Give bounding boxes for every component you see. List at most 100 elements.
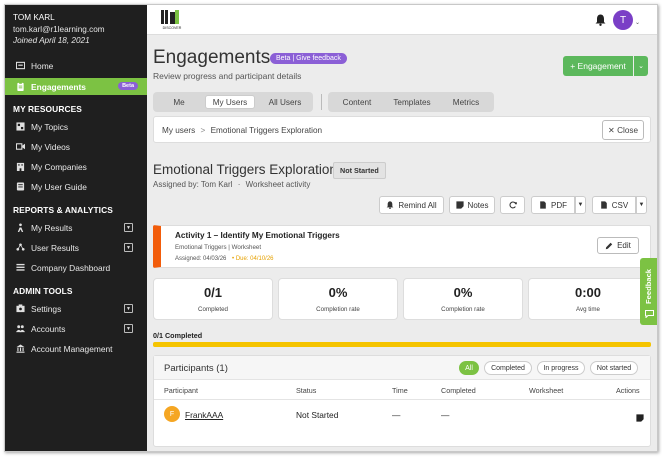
page-title: Engagements	[153, 47, 271, 68]
tab-content[interactable]: Content	[332, 95, 382, 109]
column-header-time: Time	[392, 386, 408, 395]
breadcrumb-root[interactable]: My users	[162, 126, 195, 135]
tab-templates[interactable]: Templates	[384, 95, 440, 109]
settings-icon	[15, 304, 25, 314]
user-avatar[interactable]: T	[613, 10, 633, 30]
stat-label: Completion rate	[316, 306, 360, 313]
stat-label: Completion rate	[441, 306, 485, 313]
feedback-tab[interactable]: Feedback	[640, 258, 657, 325]
filter-completed[interactable]: Completed	[484, 361, 532, 375]
r1-logo[interactable]: DISCOVER	[161, 10, 183, 30]
sidebar-item-label: Company Dashboard	[31, 262, 111, 273]
column-header-participant: Participant	[164, 386, 198, 395]
breadcrumb-bar: My users > Emotional Triggers Exploratio…	[153, 116, 651, 143]
tab-me[interactable]: Me	[159, 95, 199, 109]
edit-button[interactable]: Edit	[597, 237, 639, 254]
note-icon	[455, 201, 464, 209]
sidebar-item-label: Settings	[31, 303, 62, 314]
stat-card-completion-rate: 0% Completion rate	[278, 278, 398, 320]
refresh-button[interactable]	[500, 196, 525, 214]
account-management-icon	[15, 344, 25, 354]
remind-all-button[interactable]: Remind All	[379, 196, 444, 214]
column-header-completed: Completed	[441, 386, 476, 395]
feedback-label: Feedback	[644, 268, 653, 304]
participants-panel: Participants (1) All Completed In progre…	[153, 355, 651, 447]
participants-title: Participants (1)	[164, 363, 228, 374]
edit-label: Edit	[617, 241, 631, 250]
chevron-down-icon[interactable]: ⌄	[635, 19, 640, 26]
sidebar-item-label: Account Management	[31, 343, 113, 354]
csv-dropdown-button[interactable]: ▼	[636, 196, 647, 214]
tab-metrics[interactable]: Metrics	[442, 95, 490, 109]
sidebar-item-user-results[interactable]: User Results ▼	[5, 239, 147, 256]
participant-time: —	[392, 410, 401, 420]
sidebar-item-engagements[interactable]: Engagements Beta	[5, 78, 147, 95]
pencil-icon	[605, 242, 613, 249]
tab-my-users[interactable]: My Users	[205, 95, 255, 109]
sidebar-item-account-management[interactable]: Account Management	[5, 340, 147, 357]
chevron-down-icon[interactable]: ▼	[124, 304, 133, 313]
tab-all-users[interactable]: All Users	[261, 95, 309, 109]
column-header-worksheet: Worksheet	[529, 386, 564, 395]
sidebar-item-label: Home	[31, 60, 54, 71]
pdf-label: PDF	[551, 200, 567, 210]
sidebar-item-settings[interactable]: Settings ▼	[5, 300, 147, 317]
participant-name-link[interactable]: FrankAAA	[185, 410, 223, 420]
user-name: TOM KARL	[13, 13, 55, 22]
stat-value: 0%	[453, 285, 473, 300]
sidebar-item-label: User Results	[31, 242, 79, 253]
chevron-down-icon[interactable]: ▼	[124, 223, 133, 232]
sidebar-item-company-dashboard[interactable]: Company Dashboard	[5, 259, 147, 276]
sidebar-item-my-videos[interactable]: My Videos	[5, 138, 147, 155]
users-results-icon	[15, 243, 25, 253]
csv-export-button[interactable]: CSV	[592, 196, 636, 214]
engagement-dropdown-button[interactable]: ⌄	[634, 56, 648, 76]
chevron-down-icon[interactable]: ▼	[124, 243, 133, 252]
page-subtitle: Review progress and participant details	[153, 71, 302, 81]
stat-label: Avg time	[576, 306, 600, 313]
sidebar-item-my-results[interactable]: My Results ▼	[5, 219, 147, 236]
due-date: • Due: 04/10/26	[232, 256, 274, 262]
sidebar-item-label: My Videos	[31, 141, 70, 152]
column-header-actions: Actions	[616, 386, 640, 395]
sidebar-item-my-user-guide[interactable]: My User Guide	[5, 178, 147, 195]
filter-all[interactable]: All	[459, 361, 479, 375]
progress-fill	[153, 342, 651, 347]
pdf-export-button[interactable]: PDF	[531, 196, 575, 214]
section-tabs: Content Templates Metrics	[328, 92, 494, 112]
sidebar-item-label: Engagements	[31, 81, 86, 92]
sidebar-item-my-topics[interactable]: My Topics	[5, 118, 147, 135]
activity-title: Activity 1 – Identify My Emotional Trigg…	[175, 231, 340, 240]
stat-value: 0%	[328, 285, 348, 300]
sidebar-item-label: My Companies	[31, 161, 87, 172]
book-icon	[15, 182, 25, 192]
sidebar: TOM KARL tom.karl@r1learning.com Joined …	[5, 5, 147, 451]
filter-in-progress[interactable]: In progress	[537, 361, 585, 375]
note-icon[interactable]	[636, 409, 644, 422]
chevron-down-icon[interactable]: ▼	[124, 324, 133, 333]
csv-label: CSV	[611, 200, 629, 210]
user-joined: Joined April 18, 2021	[13, 36, 90, 45]
sidebar-item-home[interactable]: Home	[5, 57, 147, 74]
participant-completed: —	[441, 410, 450, 420]
filter-not-started[interactable]: Not started	[590, 361, 638, 375]
activity-type-label: Emotional Triggers | Worksheet	[175, 244, 262, 251]
assigned-date: Assigned: 04/03/26	[175, 256, 227, 262]
sidebar-item-my-companies[interactable]: My Companies	[5, 158, 147, 175]
stat-card-completed: 0/1 Completed	[153, 278, 273, 320]
topics-icon	[15, 122, 25, 132]
sidebar-item-accounts[interactable]: Accounts ▼	[5, 320, 147, 337]
notes-button[interactable]: Notes	[449, 196, 495, 214]
beta-feedback-badge[interactable]: Beta | Give feedback	[270, 53, 347, 64]
pdf-dropdown-button[interactable]: ▼	[575, 196, 586, 214]
beta-badge: Beta	[118, 82, 138, 90]
section-heading-resources: MY RESOURCES	[13, 104, 82, 114]
progress-bar	[153, 342, 651, 347]
activity-dates: Assigned: 04/03/26 • Due: 04/10/26	[175, 256, 274, 262]
sidebar-item-label: My User Guide	[31, 181, 87, 192]
close-button[interactable]: ✕ Close	[602, 120, 644, 140]
add-engagement-button[interactable]: + Engagement	[563, 56, 633, 76]
stat-card-avg-time: 0:00 Avg time	[528, 278, 648, 320]
bell-icon[interactable]	[595, 13, 606, 26]
breadcrumb-current: Emotional Triggers Exploration	[210, 126, 323, 135]
